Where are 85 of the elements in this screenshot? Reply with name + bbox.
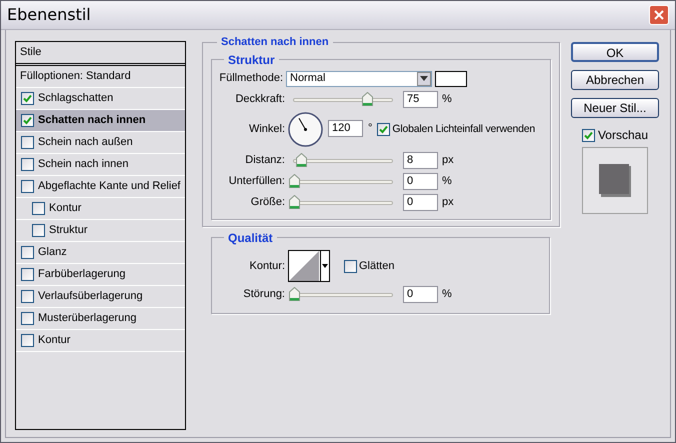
list-item[interactable]: Struktur: [16, 220, 185, 242]
slider-thumb[interactable]: [296, 152, 307, 166]
checkbox[interactable]: [32, 202, 45, 215]
checkbox[interactable]: [21, 268, 34, 281]
field-label: Deckkraft:: [234, 92, 286, 107]
checkbox[interactable]: [344, 260, 357, 272]
field-label: Unterfüllen:: [228, 174, 286, 189]
item-label: Kontur: [38, 333, 70, 348]
list-item[interactable]: Fülloptionen: Standard: [16, 66, 185, 88]
list-item[interactable]: Musterüberlagerung: [16, 308, 185, 330]
group-title: Schatten nach innen: [220, 35, 330, 50]
slider-thumb[interactable]: [289, 286, 300, 300]
checkbox[interactable]: [21, 92, 34, 105]
checkbox[interactable]: [21, 290, 34, 303]
checkbox-label: Globalen Lichteinfall verwenden: [392, 122, 536, 137]
list-item[interactable]: Abgeflachte Kante und Relief: [16, 176, 185, 198]
color-swatch[interactable]: [435, 70, 467, 86]
dialog-button[interactable]: Abbrechen: [571, 70, 659, 90]
item-label: Struktur: [49, 223, 88, 238]
list-item[interactable]: Kontur: [16, 198, 185, 220]
window-title: Ebenenstil: [7, 4, 91, 26]
caret-icon: [321, 263, 329, 269]
field-label: Störung:: [242, 286, 286, 302]
checkbox[interactable]: [32, 224, 45, 237]
checkbox[interactable]: [377, 123, 390, 136]
item-label: Schatten nach innen: [38, 113, 146, 128]
item-label: Glanz: [38, 245, 67, 260]
list-item[interactable]: Verlaufsüberlagerung: [16, 286, 185, 308]
checkbox[interactable]: [21, 158, 34, 171]
text-field[interactable]: 0: [403, 194, 438, 210]
checkbox[interactable]: [21, 312, 34, 325]
field-label: Füllmethode:: [218, 71, 284, 86]
checkbox[interactable]: [21, 180, 34, 193]
dropdown-value: Normal: [290, 71, 326, 86]
checkbox-label: Glätten: [359, 258, 394, 274]
caret-icon: [417, 72, 431, 86]
checkbox-label: Vorschau: [598, 127, 648, 144]
angle-dial[interactable]: [288, 112, 324, 148]
slider-thumb[interactable]: [362, 92, 373, 106]
item-label: Farbüberlagerung: [38, 267, 126, 282]
unit-label: °: [368, 120, 372, 136]
item-label: Abgeflachte Kante und Relief: [38, 179, 180, 194]
item-label: Musterüberlagerung: [38, 311, 136, 326]
unit-label: px: [442, 194, 454, 210]
text-field[interactable]: 75: [403, 90, 438, 108]
field-label: Winkel:: [248, 122, 286, 138]
list-item[interactable]: Schein nach innen: [16, 154, 185, 176]
list-header: Stile: [16, 42, 185, 64]
list-item[interactable]: Schatten nach innen: [16, 110, 185, 132]
square-icon: [599, 164, 631, 197]
contour-picker[interactable]: [288, 250, 330, 282]
item-label: Verlaufsüberlagerung: [38, 289, 143, 304]
item-label: Schein nach außen: [38, 135, 133, 150]
field-label: Kontur:: [248, 258, 286, 274]
dialog-button[interactable]: Neuer Stil...: [571, 98, 659, 118]
checkbox[interactable]: [21, 114, 34, 127]
list-item[interactable]: Kontur: [16, 330, 185, 352]
checkbox[interactable]: [21, 334, 34, 347]
field-label: Distanz:: [244, 152, 286, 168]
close-icon: [654, 10, 664, 20]
text-field[interactable]: 0: [403, 172, 438, 190]
dropdown[interactable]: Normal: [286, 70, 432, 86]
checkbox[interactable]: [21, 136, 34, 149]
list-item[interactable]: Glanz: [16, 242, 185, 264]
list-item[interactable]: Farbüberlagerung: [16, 264, 185, 286]
close-button[interactable]: [649, 5, 669, 25]
text-field[interactable]: 0: [403, 286, 438, 302]
unit-label: %: [442, 286, 452, 302]
text-field[interactable]: 120: [328, 120, 363, 137]
list-item[interactable]: Schein nach außen: [16, 132, 185, 154]
unit-label: %: [442, 174, 452, 189]
group-title: Struktur: [227, 52, 276, 68]
slider-thumb[interactable]: [289, 174, 300, 188]
unit-label: %: [442, 92, 452, 107]
dialog-button[interactable]: OK: [571, 42, 659, 62]
checkbox[interactable]: [582, 128, 595, 142]
unit-label: px: [442, 152, 454, 168]
slider-thumb[interactable]: [289, 194, 300, 208]
field-label: Größe:: [250, 194, 286, 210]
item-label: Kontur: [49, 201, 82, 216]
item-label: Schein nach innen: [38, 157, 129, 172]
group-title: Qualität: [227, 230, 274, 246]
checkbox[interactable]: [21, 246, 34, 259]
item-label: Schlagschatten: [38, 91, 114, 106]
text-field[interactable]: 8: [403, 152, 438, 168]
